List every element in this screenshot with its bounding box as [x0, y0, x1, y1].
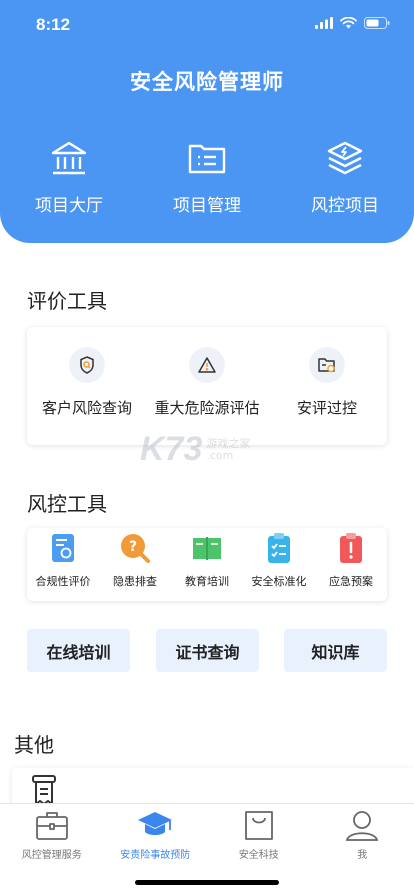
section-title-evaluation: 评价工具 [27, 289, 107, 313]
eval-label: 客户风险查询 [41, 399, 132, 417]
section-title-other: 其他 [14, 733, 54, 757]
battery-icon [364, 17, 390, 29]
evaluation-card: 客户风险查询 重大危险源评估 安评过控 [27, 327, 387, 445]
header-nav: 项目大厅 项目管理 风控项目 [0, 138, 414, 216]
nav-label: 项目管理 [173, 196, 241, 216]
section-title-risk-tools: 风控工具 [27, 492, 107, 516]
eval-item-major-hazard[interactable]: 重大危险源评估 [147, 327, 267, 445]
online-training-button[interactable]: 在线培训 [27, 629, 130, 672]
tab-risk-management[interactable]: 风控管理服务 [0, 804, 104, 896]
status-time: 8:12 [36, 15, 71, 34]
risk-label: 合规性评价 [35, 575, 91, 588]
tab-label: 安责险事故预防 [120, 850, 191, 861]
risk-label: 安全标准化 [251, 575, 307, 588]
watermark: K73 游戏之家 .com [140, 430, 250, 469]
clipboard-alert-icon [340, 533, 362, 563]
watermark-line1: 游戏之家 [206, 436, 251, 450]
briefcase-icon [35, 812, 68, 840]
nav-label: 项目大厅 [35, 196, 103, 216]
signal-icon [315, 17, 333, 29]
tab-me[interactable]: 我 [311, 804, 414, 896]
nav-label: 风控项目 [311, 196, 379, 216]
tab-label: 风控管理服务 [21, 850, 82, 861]
tab-label: 安全科技 [238, 850, 279, 861]
graduation-cap-icon [138, 812, 173, 835]
layers-icon [327, 141, 363, 175]
status-bar: 8:12 [0, 0, 414, 48]
nav-risk-project[interactable]: 风控项目 [276, 138, 414, 216]
header: 8:12 安全风险管理师 项目大厅 项目管理 风控项目 [0, 0, 414, 243]
risk-label: 隐患排查 [113, 575, 157, 588]
eval-label: 安评过控 [296, 399, 357, 417]
other-card [12, 768, 414, 808]
warning-triangle-icon [189, 347, 225, 383]
folder-check-icon [309, 347, 345, 383]
watermark-logo: K73 [140, 430, 203, 468]
risk-label: 应急预案 [329, 575, 373, 588]
folder-list-icon [188, 144, 226, 174]
shopping-bag-icon [244, 811, 273, 840]
user-icon [346, 811, 379, 841]
building-icon [51, 141, 87, 175]
eval-item-customer-risk[interactable]: 客户风险查询 [27, 327, 147, 445]
question-search-icon: ? [121, 534, 150, 563]
svg-text:?: ? [129, 539, 137, 555]
tab-label: 我 [357, 850, 368, 861]
certificate-query-button[interactable]: 证书查询 [156, 629, 259, 672]
page-title: 安全风险管理师 [130, 70, 284, 94]
receipt-icon[interactable] [30, 774, 58, 806]
watermark-line2: .com [206, 448, 234, 462]
nav-project-management[interactable]: 项目管理 [138, 138, 276, 216]
risk-item-education[interactable]: 教育培训 [171, 528, 243, 601]
risk-label: 教育培训 [185, 575, 229, 588]
risk-item-hazard-check[interactable]: ? 隐患排查 [99, 528, 171, 601]
nav-project-hall[interactable]: 项目大厅 [0, 138, 138, 216]
compliance-doc-icon [52, 534, 74, 562]
book-icon [193, 537, 221, 560]
eval-label: 重大危险源评估 [154, 399, 260, 417]
shield-search-icon [69, 347, 105, 383]
knowledge-base-button[interactable]: 知识库 [284, 629, 387, 672]
clipboard-check-icon [268, 533, 290, 563]
risk-item-emergency-plan[interactable]: 应急预案 [315, 528, 387, 601]
home-indicator [135, 880, 279, 885]
risk-tools-card: 合规性评价 ? 隐患排查 教育培训 安全标准化 应急预案 [27, 528, 387, 601]
risk-item-compliance[interactable]: 合规性评价 [27, 528, 99, 601]
status-icons [315, 17, 390, 29]
watermark-text: 游戏之家 .com [206, 436, 251, 462]
eval-item-safety-control[interactable]: 安评过控 [267, 327, 387, 445]
risk-item-standardization[interactable]: 安全标准化 [243, 528, 315, 601]
wifi-icon [340, 17, 357, 29]
